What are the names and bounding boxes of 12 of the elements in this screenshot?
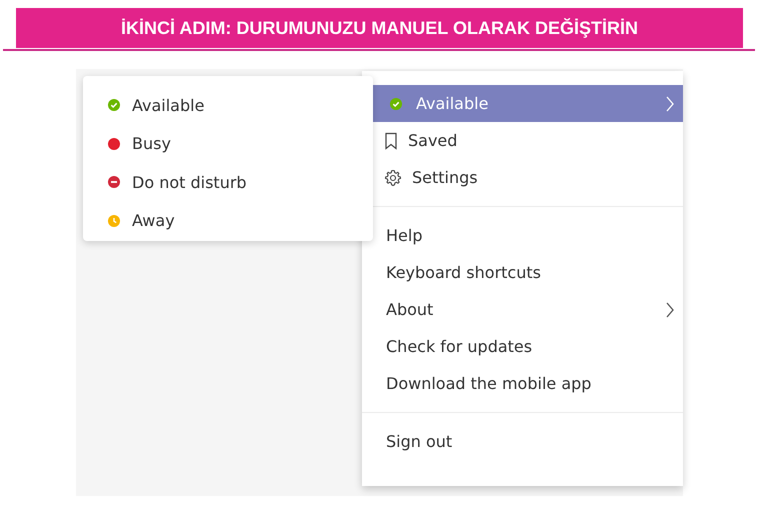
check-status-icon [390,98,402,110]
menu-item[interactable]: Sign out [362,423,683,460]
settings-icon [384,168,402,186]
status-option[interactable]: Away [83,202,373,240]
chevron-right-icon [665,94,675,112]
banner: İKİNCİ ADIM: DURUMUNUZU MANUEL OLARAK DEĞİŞTİRİN [16,8,743,48]
menu-item[interactable]: About [362,291,683,328]
menu-item[interactable]: Check for updates [362,328,683,365]
chevron-right-icon [665,300,675,318]
menu-item[interactable]: Keyboard shortcuts [362,254,683,291]
bookmark-icon [384,132,398,150]
menu-item[interactable]: Download the mobile app [362,365,683,402]
